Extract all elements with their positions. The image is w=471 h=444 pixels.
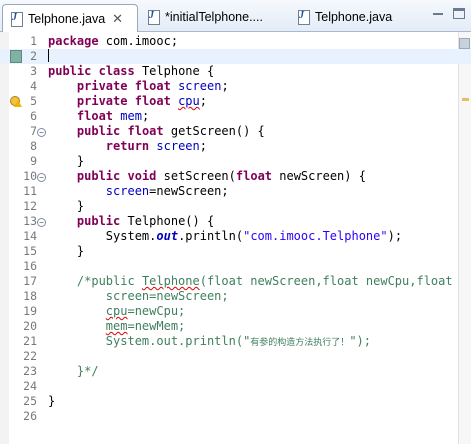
line-number: 4 <box>30 79 37 93</box>
tab-telphone-java[interactable]: J Telphone.java ✕ <box>2 4 138 33</box>
line-number: 16 <box>23 259 37 273</box>
line-number: 25 <box>23 394 37 408</box>
line-number: 15 <box>23 244 37 258</box>
code-line: 25 } <box>0 394 471 409</box>
code-line-current: 2 <box>0 49 471 64</box>
line-number: 6 <box>30 109 37 123</box>
line-number: 13 <box>23 214 37 228</box>
code-line: 19 cpu=newCpu; <box>0 304 471 319</box>
code-line: 23 }*/ <box>0 364 471 379</box>
code-line: 8 return screen; <box>0 139 471 154</box>
close-icon[interactable]: ✕ <box>112 11 123 27</box>
fold-toggle-icon[interactable]: − <box>37 173 46 182</box>
line-number: 2 <box>30 49 37 63</box>
tab-label: Telphone.java <box>28 12 106 26</box>
fold-toggle-icon[interactable]: − <box>37 218 46 227</box>
code-line: 16 <box>0 259 471 274</box>
code-line: 10 − public void setScreen(float newScre… <box>0 169 471 184</box>
tab-initial-telphone[interactable]: J *initialTelphone.... <box>140 4 263 30</box>
code-line: 1 package com.imooc; <box>0 34 471 49</box>
code-line: 15 } <box>0 244 471 259</box>
line-number: 21 <box>23 334 37 348</box>
java-file-icon: J <box>10 11 23 27</box>
code-line: 5 private float cpu; <box>0 94 471 109</box>
code-line: 26 <box>0 409 471 424</box>
code-line: 3 public class Telphone { <box>0 64 471 79</box>
line-number: 12 <box>23 199 37 213</box>
line-number: 20 <box>23 319 37 333</box>
tab-label: Telphone.java <box>315 10 393 24</box>
code-line: 9 } <box>0 154 471 169</box>
code-line: 4 private float screen; <box>0 79 471 94</box>
code-line: 24 <box>0 379 471 394</box>
minimize-button[interactable] <box>432 8 444 18</box>
line-number: 3 <box>30 64 37 78</box>
java-file-icon: J <box>147 9 160 25</box>
line-number: 1 <box>30 34 37 48</box>
fold-toggle-icon[interactable]: − <box>37 128 46 137</box>
code-line: 12 } <box>0 199 471 214</box>
line-number: 7 <box>30 124 37 138</box>
code-editor[interactable]: 1 package com.imooc; 2 3 public class Te… <box>0 32 471 444</box>
code-line: 18 screen=newScreen; <box>0 289 471 304</box>
code-line: 17 /*public Telphone(float newScreen,flo… <box>0 274 471 289</box>
line-number: 11 <box>23 184 37 198</box>
code-line: 7 − public float getScreen() { <box>0 124 471 139</box>
tab-telphone-java-2[interactable]: J Telphone.java <box>290 4 392 30</box>
tab-label: *initialTelphone.... <box>165 10 263 24</box>
line-number: 18 <box>23 289 37 303</box>
java-file-icon: J <box>297 9 310 25</box>
code-line: 21 System.out.println("有参的构造方法执行了！"); <box>0 334 471 349</box>
line-number: 17 <box>23 274 37 288</box>
line-number: 9 <box>30 154 37 168</box>
line-number: 10 <box>23 169 37 183</box>
line-number: 8 <box>30 139 37 153</box>
line-number: 22 <box>23 349 37 363</box>
line-number: 24 <box>23 379 37 393</box>
line-number: 5 <box>30 94 37 108</box>
editor-tab-bar: J Telphone.java ✕ J *initialTelphone....… <box>0 0 471 33</box>
line-number: 14 <box>23 229 37 243</box>
text-caret <box>48 49 49 62</box>
code-line: 14 System.out.println("com.imooc.Telphon… <box>0 229 471 244</box>
line-number: 23 <box>23 364 37 378</box>
line-number: 19 <box>23 304 37 318</box>
code-line: 13 − public Telphone() { <box>0 214 471 229</box>
code-line: 6 float mem; <box>0 109 471 124</box>
code-line: 22 <box>0 349 471 364</box>
code-line: 20 mem=newMem; <box>0 319 471 334</box>
code-line: 11 screen=newScreen; <box>0 184 471 199</box>
maximize-button[interactable] <box>453 8 465 19</box>
line-number: 26 <box>23 409 37 423</box>
